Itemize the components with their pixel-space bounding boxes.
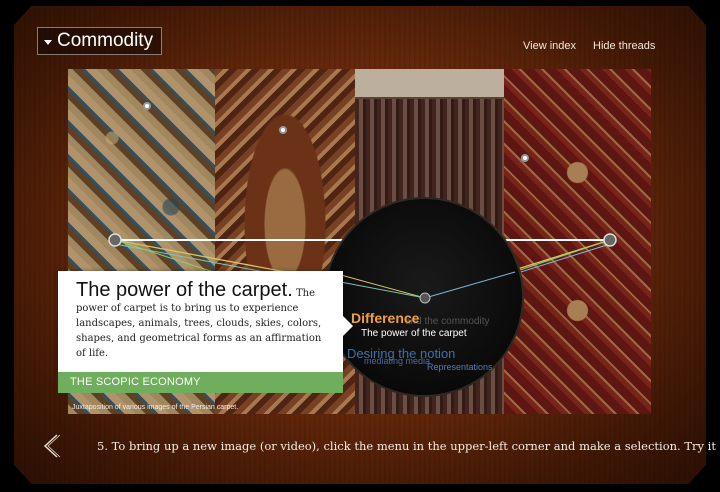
card-tag[interactable]: THE SCOPIC ECONOMY (58, 372, 343, 393)
instruction-text: 5. To bring up a new image (or video), c… (97, 439, 720, 453)
card-text: The power of the carpet. The power of ca… (76, 280, 328, 361)
info-card: The power of the carpet. The power of ca… (58, 271, 343, 372)
card-pointer (343, 316, 353, 336)
lens-knot[interactable] (419, 292, 431, 304)
lens-threads (329, 271, 516, 304)
lens-difference-label[interactable]: Difference (351, 310, 419, 326)
image-caption: Juxtaposition of various images of the P… (72, 404, 239, 411)
chevron-left-icon[interactable] (41, 433, 61, 459)
card-title: The power of the carpet. (76, 279, 293, 301)
lens-power-label[interactable]: The power of the carpet (361, 328, 467, 339)
lens-representations-label[interactable]: Representations (427, 362, 493, 372)
lens-media-label[interactable]: mediating media (364, 356, 430, 366)
